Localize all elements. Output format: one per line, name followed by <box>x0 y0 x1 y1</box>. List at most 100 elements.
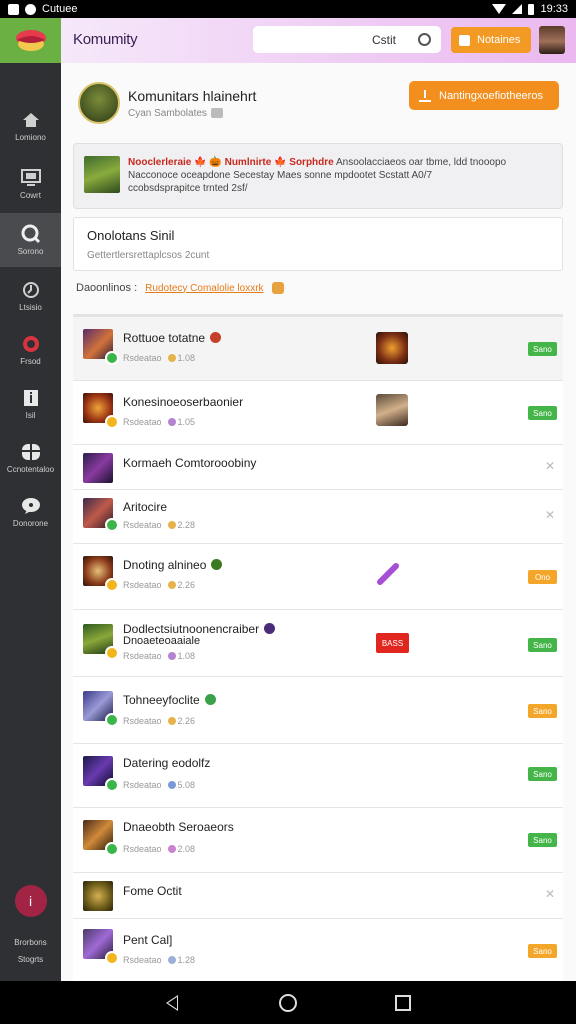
list-item[interactable]: Konesinoeoserbaonier Rsdeatao 1.05 Sano <box>73 381 563 445</box>
topic-count: 2.08 <box>177 844 196 854</box>
list-item[interactable]: Fome Octit ✕ <box>73 873 563 919</box>
topic-meta: Rsdeatao 1.08 <box>123 353 195 363</box>
section-subtitle: Gettertlersrettaplcsos 2cunt <box>87 250 210 261</box>
status-bar: Cutuee 19:33 <box>0 0 576 18</box>
coin-icon <box>167 581 176 589</box>
close-icon[interactable]: ✕ <box>545 887 555 901</box>
check-badge-icon <box>105 351 119 365</box>
search-icon[interactable] <box>418 33 431 46</box>
close-icon[interactable]: ✕ <box>545 508 555 522</box>
announcement-text: Nooclerleraie 🍁 🎃 Numlnirte 🍁 Sorphdre A… <box>128 156 506 196</box>
topic-title-text: Rottuoe totatne <box>123 331 206 345</box>
announcement-card[interactable]: Nooclerleraie 🍁 🎃 Numlnirte 🍁 Sorphdre A… <box>73 143 563 209</box>
community-avatar[interactable] <box>78 82 120 124</box>
check-badge-icon <box>105 713 119 727</box>
join-button[interactable]: Nantingxoefiotheeros <box>409 81 559 110</box>
list-item[interactable]: Datering eodolfz Rsdeatao 5.08 Sano <box>73 744 563 808</box>
sidebar-item-label: Donorone <box>12 518 49 528</box>
microphone-icon: i <box>28 893 33 909</box>
notifications-button[interactable]: Notaines <box>451 27 531 53</box>
sidebar-item-history[interactable]: Ltsisio <box>0 269 61 323</box>
filter-link[interactable]: Rudotecy Comalolie loxxrk <box>145 283 263 294</box>
list-item[interactable]: Dnoting alnineo Rsdeatao 2.26 Ono <box>73 544 563 610</box>
red-tag: BASS <box>376 633 409 653</box>
notifications-label: Notaines <box>477 34 521 46</box>
topic-thumbnail <box>376 332 408 364</box>
sidebar-bottom-label-2: Stogrts <box>17 955 44 964</box>
battery-icon <box>528 3 535 15</box>
list-item[interactable]: Kormaeh Comtorooobiny ✕ <box>73 445 563 490</box>
community-name: Komunitars hlainehrt <box>128 87 257 104</box>
list-item[interactable]: Tohneeyfoclite Rsdeatao 2.26 Sano <box>73 677 563 744</box>
coin-icon <box>167 354 176 362</box>
coin-icon <box>167 418 176 426</box>
sidebar-bottom: i Brorbons Stogrts <box>0 885 61 968</box>
status-badge: Sano <box>528 767 557 781</box>
app-logo[interactable] <box>0 18 61 63</box>
topic-meta-text: Rsdeatao <box>123 353 162 363</box>
status-badge: Sano <box>528 342 557 356</box>
topic-title-line-2: Dnoaeteoaaiale <box>123 635 201 647</box>
status-app-name: Cutuee <box>42 3 78 15</box>
topic-meta: Rsdeatao 2.26 <box>123 716 195 726</box>
pending-badge-icon <box>105 415 119 429</box>
app-title: Komumity <box>73 31 138 48</box>
sidebar-item-info[interactable]: Isil <box>0 377 61 431</box>
topic-count: 1.08 <box>177 651 196 661</box>
recents-icon[interactable] <box>395 995 411 1011</box>
wifi-icon <box>492 4 507 14</box>
sidebar-item-home[interactable]: Lomiono <box>0 99 61 153</box>
sidebar-item-label: Isil <box>25 410 36 420</box>
system-nav-bar <box>0 981 576 1024</box>
home-circle-icon[interactable] <box>279 994 297 1012</box>
coin-icon <box>167 717 176 725</box>
coin-icon <box>167 956 176 964</box>
back-icon[interactable] <box>166 995 178 1011</box>
emoji-icon <box>204 694 216 705</box>
status-time: 19:33 <box>540 3 568 15</box>
filter-label: Daoonlinos : <box>76 282 138 294</box>
sidebar-bottom-label-1: Brorbons <box>14 938 47 947</box>
status-badge: Sano <box>528 406 557 420</box>
sidebar-item-label: Lomiono <box>15 132 46 142</box>
announcement-line-2: Nacconoce oceapdone Secestay Maes sonne … <box>128 170 433 181</box>
coin-icon <box>167 652 176 660</box>
app-header: Komumity Cstit Notaines <box>0 18 576 63</box>
lips-logo-icon <box>15 29 46 51</box>
sidebar-item-favorites[interactable]: Frsod <box>0 323 61 377</box>
list-item[interactable]: Dodlectsiutnoonencraiber Dnoaeteoaaiale … <box>73 610 563 677</box>
sidebar-item-label: Ltsisio <box>19 302 42 312</box>
status-badge: Sano <box>528 638 557 652</box>
section-card[interactable]: Onolotans Sinil Gettertlersrettaplcsos 2… <box>73 217 563 271</box>
close-icon[interactable]: ✕ <box>545 459 555 473</box>
voice-button[interactable]: i <box>14 885 47 917</box>
search-box[interactable]: Cstit <box>253 26 441 53</box>
signal-icon <box>512 4 523 14</box>
topic-meta-text: Rsdeatao <box>123 651 162 661</box>
topic-title-text: Dodlectsiutnoonencraiber <box>123 622 260 636</box>
sidebar-item-content[interactable]: Ccnotentaloo <box>0 431 61 485</box>
monitor-icon <box>20 168 41 187</box>
topic-meta: Rsdeatao 1.05 <box>123 417 195 427</box>
topic-thumbnail <box>376 394 408 426</box>
sidebar-item-messages[interactable]: Donorone <box>0 485 61 539</box>
list-item[interactable]: Pent Cal] Rsdeatao 1.28 Sano <box>73 919 563 984</box>
topic-list: Rottuoe totatne Rsdeatao 1.08 Sano Konesi… <box>73 314 563 981</box>
topic-count: 5.08 <box>177 780 196 790</box>
community-profile: Komunitars hlainehrt Cyan Sambolates <box>78 82 256 124</box>
sidebar-item-label: Ccnotentaloo <box>6 464 55 474</box>
list-item[interactable]: Aritocire Rsdeatao 2.28 ✕ <box>73 490 563 544</box>
search-icon <box>21 224 41 243</box>
sidebar-item-search[interactable]: Sorono <box>0 213 61 267</box>
user-avatar[interactable] <box>539 26 565 54</box>
filter-row: Daoonlinos : Rudotecy Comalolie loxxrk <box>76 282 284 294</box>
list-item[interactable]: Rottuoe totatne Rsdeatao 1.08 Sano <box>73 317 563 381</box>
coin-icon <box>167 845 176 853</box>
wand-icon <box>376 560 402 586</box>
topic-title: Pent Cal] <box>123 933 173 947</box>
list-item[interactable]: Dnaeobth Seroaeors Rsdeatao 2.08 Sano <box>73 808 563 873</box>
topic-title: Dnaeobth Seroaeors <box>123 820 234 834</box>
topic-count: 2.26 <box>177 580 196 590</box>
community-subtitle: Cyan Sambolates <box>128 108 256 119</box>
sidebar-item-screen[interactable]: Cowrt <box>0 157 61 211</box>
